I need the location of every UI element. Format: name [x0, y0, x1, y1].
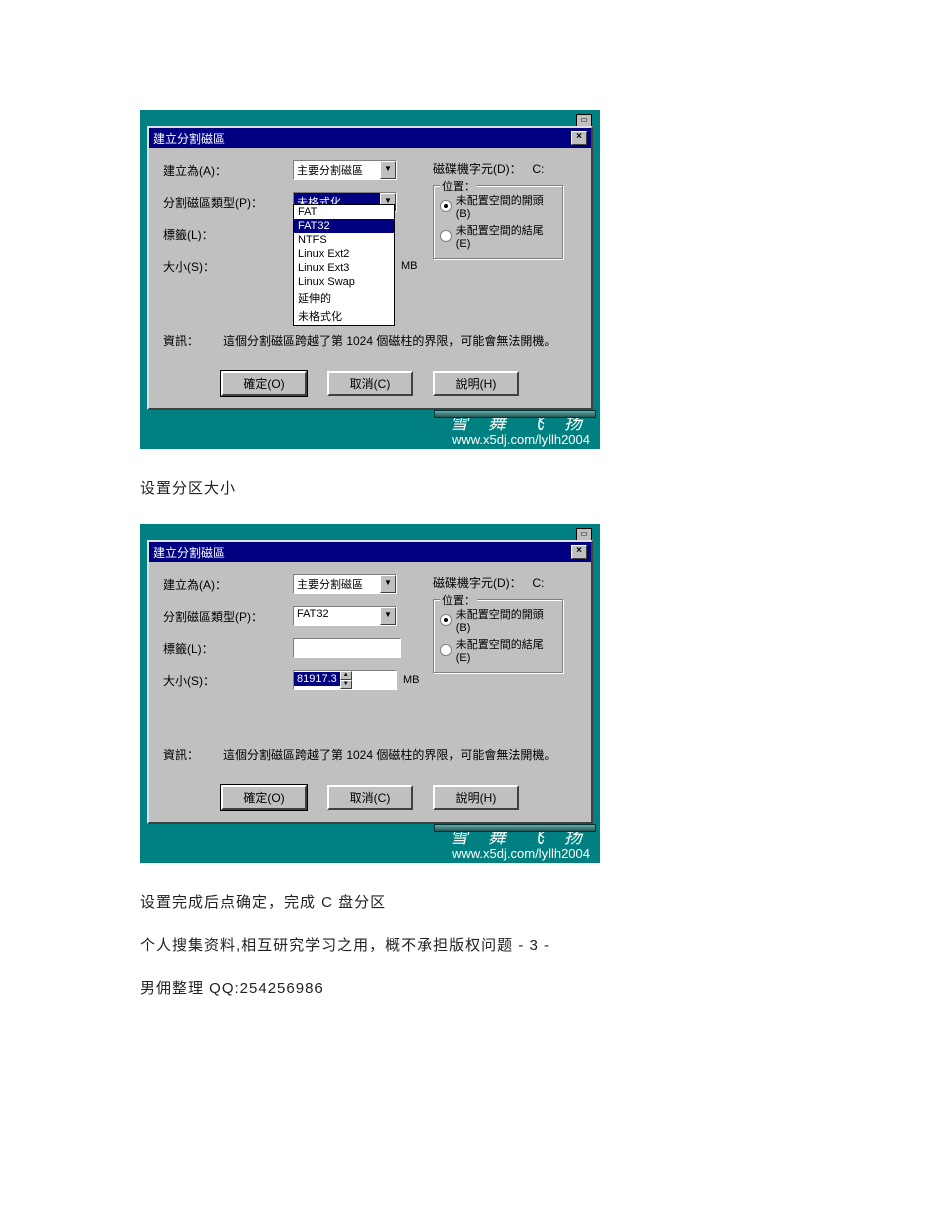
drive-letter-label: 磁碟機字元(D)：	[433, 160, 529, 177]
option-unformatted[interactable]: 未格式化	[294, 307, 394, 325]
watermark: 雪 舞 飞 扬 www.x5dj.com/lyllh2004	[144, 414, 596, 447]
option-swap[interactable]: Linux Swap	[294, 275, 394, 289]
volume-label-input[interactable]	[293, 638, 401, 658]
spin-up-icon[interactable]: ▲	[340, 671, 352, 680]
watermark-url: www.x5dj.com/lyllh2004	[150, 846, 590, 861]
close-icon[interactable]: ×	[571, 131, 587, 145]
option-ext3[interactable]: Linux Ext3	[294, 261, 394, 275]
dialog-title: 建立分割磁區	[153, 130, 225, 147]
spin-down-icon[interactable]: ▼	[340, 680, 352, 689]
create-as-label: 建立為(A)：	[163, 162, 293, 179]
create-partition-dialog: 建立分割磁區 × 建立為(A)： 主要分割磁區 ▼ 分割磁區類型(P)： FAT…	[147, 540, 593, 824]
ok-button[interactable]: 確定(O)	[221, 785, 307, 810]
cancel-button[interactable]: 取消(C)	[327, 785, 413, 810]
help-button[interactable]: 說明(H)	[433, 785, 519, 810]
info-label: 資訊：	[163, 746, 207, 763]
size-label: 大小(S)：	[163, 258, 293, 275]
watermark: 雪 舞 飞 扬 www.x5dj.com/lyllh2004	[144, 828, 596, 861]
drive-letter-label: 磁碟機字元(D)：	[433, 574, 529, 591]
partition-type-dropdown[interactable]: FAT FAT32 NTFS Linux Ext2 Linux Ext3 Lin…	[293, 204, 395, 326]
drive-letter-value: C:	[532, 162, 544, 176]
dialog-titlebar: 建立分割磁區 ×	[149, 128, 591, 148]
volume-label-label: 標籤(L)：	[163, 640, 293, 657]
size-label: 大小(S)：	[163, 672, 293, 689]
caption-confirm: 设置完成后点确定，完成 C 盘分区	[140, 891, 810, 912]
info-text: 這個分割磁區跨越了第 1024 個磁柱的界限，可能會無法開機。	[223, 332, 556, 349]
create-partition-dialog: 建立分割磁區 × 建立為(A)： 主要分割磁區 ▼ 分割磁區類型(P)： 未格式…	[147, 126, 593, 410]
partition-type-label: 分割磁區類型(P)：	[163, 608, 293, 625]
create-as-label: 建立為(A)：	[163, 576, 293, 593]
create-as-combo[interactable]: 主要分割磁區 ▼	[293, 160, 397, 180]
document-page: ▭ 建立分割磁區 × 建立為(A)： 主要分割磁區 ▼ 分割磁區類型(P)：	[0, 0, 950, 1080]
chevron-down-icon[interactable]: ▼	[380, 575, 396, 593]
option-ntfs[interactable]: NTFS	[294, 233, 394, 247]
partition-type-label: 分割磁區類型(P)：	[163, 194, 293, 211]
ok-button[interactable]: 確定(O)	[221, 371, 307, 396]
position-group: 位置： 未配置空間的開頭(B) 未配置空間的結尾(E)	[433, 185, 563, 259]
position-group-title: 位置：	[440, 592, 477, 608]
position-begin-radio[interactable]: 未配置空間的開頭(B)	[440, 606, 556, 634]
chevron-down-icon[interactable]: ▼	[380, 161, 396, 179]
screenshot-2: ▭ 建立分割磁區 × 建立為(A)： 主要分割磁區 ▼ 分割磁區類型(P)：	[140, 524, 600, 863]
watermark-url: www.x5dj.com/lyllh2004	[150, 432, 590, 447]
cancel-button[interactable]: 取消(C)	[327, 371, 413, 396]
dialog-title: 建立分割磁區	[153, 544, 225, 561]
option-fat32[interactable]: FAT32	[294, 219, 394, 233]
partition-type-combo[interactable]: FAT32 ▼	[293, 606, 397, 626]
position-end-radio[interactable]: 未配置空間的結尾(E)	[440, 222, 556, 250]
position-group-title: 位置：	[440, 178, 477, 194]
size-unit: MB	[401, 260, 418, 272]
help-button[interactable]: 說明(H)	[433, 371, 519, 396]
option-fat[interactable]: FAT	[294, 205, 394, 219]
option-ext2[interactable]: Linux Ext2	[294, 247, 394, 261]
volume-label-label: 標籤(L)：	[163, 226, 293, 243]
dialog-titlebar: 建立分割磁區 ×	[149, 542, 591, 562]
info-text: 這個分割磁區跨越了第 1024 個磁柱的界限，可能會無法開機。	[223, 746, 556, 763]
close-icon[interactable]: ×	[571, 545, 587, 559]
caption-set-size: 设置分区大小	[140, 477, 810, 498]
size-unit: MB	[403, 674, 420, 686]
drive-letter-value: C:	[532, 576, 544, 590]
position-end-radio[interactable]: 未配置空間的結尾(E)	[440, 636, 556, 664]
size-input[interactable]: 81917.3 ▲▼	[293, 670, 397, 690]
position-begin-radio[interactable]: 未配置空間的開頭(B)	[440, 192, 556, 220]
footer-credit: 男佣整理 QQ:254256986	[140, 977, 810, 998]
create-as-combo[interactable]: 主要分割磁區 ▼	[293, 574, 397, 594]
screenshot-1: ▭ 建立分割磁區 × 建立為(A)： 主要分割磁區 ▼ 分割磁區類型(P)：	[140, 110, 600, 449]
footer-disclaimer: 个人搜集资料,相互研究学习之用，概不承担版权问题 - 3 -	[140, 934, 810, 955]
option-extended[interactable]: 延伸的	[294, 289, 394, 307]
chevron-down-icon[interactable]: ▼	[380, 607, 396, 625]
position-group: 位置： 未配置空間的開頭(B) 未配置空間的結尾(E)	[433, 599, 563, 673]
info-label: 資訊：	[163, 332, 207, 349]
